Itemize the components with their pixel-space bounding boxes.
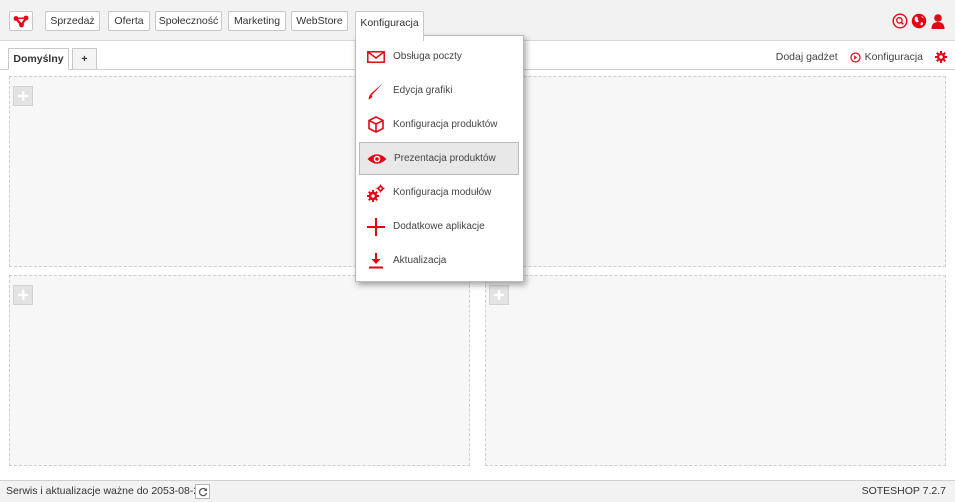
refresh-icon: [198, 487, 207, 496]
eye-icon: [367, 153, 387, 164]
nav-sprzedaz[interactable]: Sprzedaż: [45, 11, 100, 31]
plus-icon: [18, 91, 28, 101]
plus-icon: [367, 217, 385, 236]
download-icon: [369, 252, 383, 268]
menu-item-label: Dodatkowe aplikacje: [393, 221, 485, 232]
circle-arrow-icon[interactable]: [850, 51, 861, 63]
nav-konfiguracja[interactable]: Konfiguracja: [355, 11, 424, 41]
version-label: SOTESHOP 7.2.7: [861, 485, 946, 497]
add-tab-button[interactable]: +: [72, 48, 97, 69]
tab-domyslny[interactable]: Domyślny: [8, 48, 69, 70]
menu-item-label: Prezentacja produktów: [394, 153, 496, 164]
menu-item-konfiguracja-modulow[interactable]: Konfiguracja modułów: [359, 176, 519, 209]
nav-marketing[interactable]: Marketing: [228, 11, 286, 31]
add-gadget-button[interactable]: [13, 285, 33, 305]
nav-oferta[interactable]: Oferta: [108, 11, 150, 31]
menu-item-label: Obsługa poczty: [393, 51, 462, 62]
nav-spolecznosc[interactable]: Społeczność: [155, 11, 222, 31]
nav-webstore[interactable]: WebStore: [291, 11, 348, 31]
search-icon[interactable]: [892, 13, 908, 29]
logo-button[interactable]: [9, 11, 33, 31]
mail-icon: [367, 50, 385, 63]
menu-item-label: Edycja grafiki: [393, 85, 453, 96]
gears-icon: [367, 184, 385, 202]
plus-icon: [494, 290, 504, 300]
add-gadget-button[interactable]: [13, 86, 33, 106]
logo-icon: [13, 15, 29, 27]
top-right-icons: [892, 13, 946, 29]
menu-item-aktualizacja[interactable]: Aktualizacja: [359, 244, 519, 277]
refresh-button[interactable]: [195, 484, 210, 499]
configuration-link[interactable]: Konfiguracja: [865, 51, 923, 63]
menu-item-dodatkowe-aplikacje[interactable]: Dodatkowe aplikacje: [359, 210, 519, 243]
menu-item-obsluga-poczty[interactable]: Obsługa poczty: [359, 40, 519, 73]
menu-item-prezentacja-produktow[interactable]: Prezentacja produktów: [359, 142, 519, 175]
brush-icon: [368, 82, 383, 99]
license-text: Serwis i aktualizacje ważne do 2053-08-2…: [6, 485, 206, 497]
gear-icon[interactable]: [935, 51, 947, 63]
menu-item-label: Konfiguracja modułów: [393, 187, 492, 198]
gadget-area-bottom-right: [485, 275, 946, 466]
footer-bar: Serwis i aktualizacje ważne do 2053-08-2…: [0, 480, 955, 502]
add-gadget-button[interactable]: [489, 285, 509, 305]
dashboard-actions: Dodaj gadżet Konfiguracja: [776, 51, 947, 63]
konfiguracja-dropdown-menu: Obsługa poczty Edycja grafiki Konfigurac…: [355, 35, 524, 282]
menu-item-label: Aktualizacja: [393, 255, 447, 266]
gadget-area-bottom-left: [9, 275, 470, 466]
menu-item-konfiguracja-produktow[interactable]: Konfiguracja produktów: [359, 108, 519, 141]
box-icon: [368, 116, 384, 133]
globe-icon[interactable]: [911, 13, 927, 29]
user-icon[interactable]: [930, 13, 946, 29]
plus-icon: [18, 290, 28, 300]
add-gadget-link[interactable]: Dodaj gadżet: [776, 51, 838, 63]
menu-item-label: Konfiguracja produktów: [393, 119, 498, 130]
menu-item-edycja-grafiki[interactable]: Edycja grafiki: [359, 74, 519, 107]
